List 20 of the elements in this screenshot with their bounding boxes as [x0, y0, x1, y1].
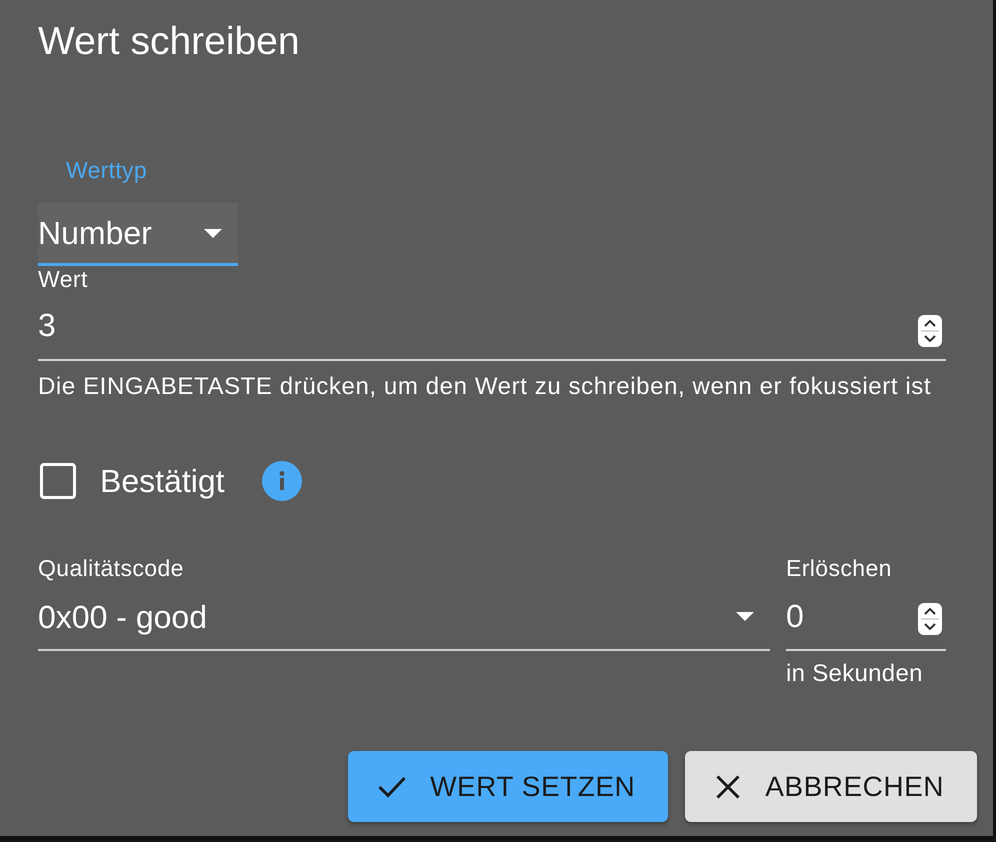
expire-helper-text: in Sekunden: [786, 660, 923, 688]
value-type-select[interactable]: Number: [38, 203, 238, 266]
spinner-icon[interactable]: [918, 315, 942, 347]
expire-label: Erlöschen: [786, 556, 892, 580]
caret-icon: [736, 612, 754, 621]
quality-code-label: Qualitätscode: [38, 556, 184, 580]
checkbox[interactable]: [40, 463, 76, 499]
caret-icon: [204, 228, 222, 238]
cancel-button[interactable]: ABBRECHEN: [685, 751, 977, 822]
value-label: Wert: [38, 267, 88, 291]
spinner-icon[interactable]: [918, 603, 942, 635]
close-icon: [716, 774, 740, 798]
check-icon: [378, 776, 406, 798]
value-helper-text: Die EINGABETASTE drücken, um den Wert zu schreiben, wenn er fokussiert ist: [38, 373, 932, 401]
dialog-title: Wert schreiben: [38, 19, 301, 65]
value-type-label: Werttyp: [65, 158, 147, 182]
set-value-button[interactable]: WERT SETZEN: [348, 751, 668, 822]
info-icon[interactable]: [262, 461, 302, 501]
quality-code-select[interactable]: 0x00 - good: [38, 580, 770, 651]
checkbox-label[interactable]: Bestätigt: [100, 462, 225, 500]
